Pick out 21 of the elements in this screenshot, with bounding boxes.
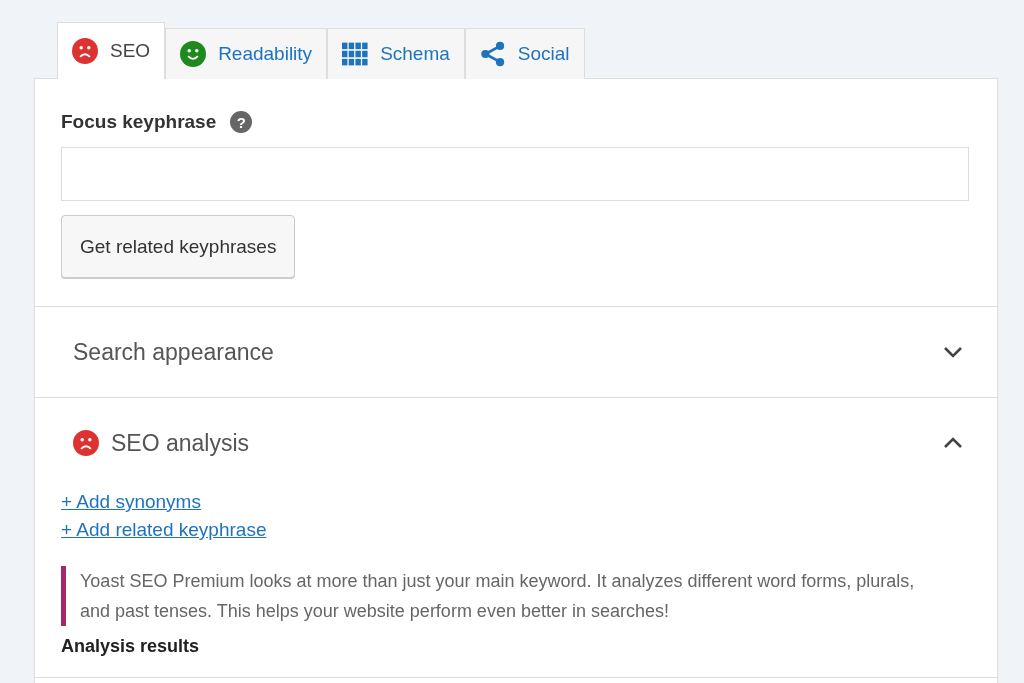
chevron-up-icon[interactable] (943, 437, 963, 449)
keyphrase-field[interactable] (61, 147, 969, 201)
share-icon (479, 41, 506, 67)
tab[interactable]: Schema (327, 28, 465, 79)
tab[interactable]: Readability (165, 28, 328, 79)
section-title[interactable]: SEO analysis (111, 429, 931, 457)
related-keyphrases-button[interactable]: Get related keyphrases (61, 215, 296, 278)
sad-face-icon (73, 430, 99, 456)
chevron-down-icon[interactable] (943, 346, 963, 358)
subheading: Analysis results (61, 636, 201, 657)
link[interactable]: + Add synonyms (61, 488, 201, 516)
tab[interactable]: SEO (57, 22, 166, 79)
field-label: Focus keyphrase (61, 111, 217, 133)
smiley-face-icon (180, 41, 207, 67)
grid-icon (342, 41, 369, 67)
help-icon[interactable]: ? (230, 111, 253, 133)
section-title[interactable]: Search appearance (73, 338, 931, 366)
link[interactable]: + Add related keyphrase (61, 516, 267, 544)
tab[interactable]: Social (464, 28, 585, 79)
sad-face-icon (72, 38, 98, 64)
premium-notice: Yoast SEO Premium looks at more than just your main keyword. It analyzes different word forms, plurals, and past tenses. This helps your website perform even better in searches! (61, 566, 920, 626)
